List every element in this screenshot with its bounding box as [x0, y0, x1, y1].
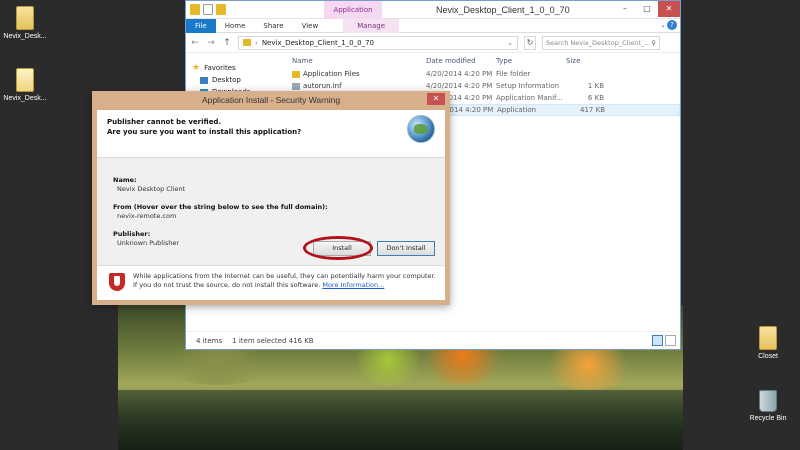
back-arrow-icon[interactable]: ← — [190, 38, 200, 48]
desktop-icon-label: Nevix_Desk... — [3, 95, 47, 102]
desktop-icon-label: Closet — [758, 353, 778, 360]
desktop-icon-closet[interactable]: Closet — [743, 326, 793, 360]
address-dropdown-icon[interactable]: ⌄ — [507, 39, 513, 47]
security-shield-icon — [109, 273, 125, 291]
footer-warning-text: While applications from the Internet can… — [133, 272, 436, 289]
from-value[interactable]: nevix-remote.com — [117, 212, 429, 220]
folder-icon — [759, 326, 777, 350]
search-input[interactable]: Search Nevix_Desktop_Client_... ⚲ — [542, 35, 660, 50]
file-list-header: Name Date modified Type Size — [282, 54, 680, 68]
tab-view[interactable]: View — [293, 19, 328, 33]
file-type: File folder — [496, 70, 531, 78]
maximize-button[interactable]: □ — [636, 1, 658, 17]
file-date: 4/20/2014 4:20 PM — [426, 70, 493, 78]
file-type: Application — [497, 106, 537, 114]
details-view-icon[interactable] — [652, 335, 663, 346]
address-path: Nevix_Desktop_Client_1_0_0_70 — [261, 38, 374, 47]
file-size: 1 KB — [587, 82, 604, 90]
file-name: Application Files — [303, 70, 360, 78]
zip-folder-icon — [16, 68, 34, 92]
new-folder-icon[interactable] — [216, 4, 226, 15]
window-controls: – □ ✕ — [614, 1, 680, 17]
folder-icon — [292, 70, 300, 78]
file-date: 4/20/2014 4:20 PM — [426, 82, 493, 90]
search-icon: ⚲ — [651, 38, 656, 47]
file-row[interactable]: Application Files 4/20/2014 4:20 PM File… — [282, 68, 680, 80]
dialog-title-text: Application Install - Security Warning — [201, 95, 341, 105]
status-selection: 1 item selected 416 KB — [232, 336, 314, 345]
address-bar-row: ← → ↑ › Nevix_Desktop_Client_1_0_0_70 ⌄ … — [186, 33, 680, 53]
star-icon: ★ — [192, 63, 201, 73]
explorer-titlebar: Application Tools Nevix_Desktop_Client_1… — [186, 1, 680, 32]
dont-install-button[interactable]: Don't Install — [377, 241, 435, 256]
ribbon-expand-icon[interactable]: ⌄ — [660, 21, 666, 29]
tab-share[interactable]: Share — [254, 19, 292, 33]
desktop-icon — [200, 76, 208, 84]
tab-manage[interactable]: Manage — [343, 18, 400, 33]
file-name: autorun.inf — [303, 82, 342, 90]
window-title: Nevix_Desktop_Client_1_0_0_70 — [436, 5, 570, 15]
nav-item-desktop[interactable]: Desktop — [186, 74, 282, 86]
file-type: Application Manif... — [496, 94, 563, 102]
dialog-heading-1: Publisher cannot be verified. — [107, 118, 222, 126]
help-icon[interactable]: ? — [667, 20, 677, 30]
status-bar: 4 items 1 item selected 416 KB — [186, 331, 680, 349]
name-label: Name: — [113, 176, 137, 184]
address-bar[interactable]: › Nevix_Desktop_Client_1_0_0_70 ⌄ — [238, 35, 518, 50]
column-header-date[interactable]: Date modified — [426, 57, 496, 65]
file-type: Setup Information — [496, 82, 560, 90]
status-item-count: 4 items — [196, 336, 223, 345]
properties-icon[interactable] — [203, 4, 213, 15]
dialog-close-button[interactable]: ✕ — [427, 93, 445, 105]
column-header-size[interactable]: Size — [566, 57, 608, 65]
desktop-icon-nevix-1[interactable]: Nevix_Desk... — [0, 6, 50, 40]
globe-icon — [407, 115, 435, 143]
dialog-footer: While applications from the Internet can… — [97, 265, 445, 300]
dialog-header: Publisher cannot be verified. Are you su… — [97, 110, 445, 158]
desktop-icon-recycle-bin[interactable]: Recycle Bin — [743, 390, 793, 422]
column-header-type[interactable]: Type — [496, 57, 566, 65]
file-size: 417 KB — [580, 106, 605, 114]
forward-arrow-icon[interactable]: → — [206, 38, 216, 48]
quick-access-toolbar — [190, 4, 226, 15]
breadcrumb-chevron-icon: › — [255, 38, 258, 47]
dialog-heading-2: Are you sure you want to install this ap… — [107, 128, 302, 136]
nav-item-favorites[interactable]: ★ Favorites — [186, 62, 282, 74]
refresh-button[interactable]: ↻ — [524, 35, 536, 50]
search-placeholder: Search Nevix_Desktop_Client_... — [546, 38, 651, 47]
ribbon-tabs: File Home Share View Manage ⌄ ? — [186, 18, 680, 33]
settings-file-icon — [292, 82, 300, 90]
nav-item-label: Desktop — [212, 76, 241, 84]
desktop-icon-label: Nevix_Desk... — [3, 33, 47, 40]
context-tab-header: Application Tools — [324, 1, 382, 32]
desktop-icon-label: Recycle Bin — [749, 415, 787, 422]
file-size: 6 KB — [587, 94, 604, 102]
large-icons-view-icon[interactable] — [665, 335, 676, 346]
publisher-label: Publisher: — [113, 230, 151, 238]
folder-icon — [243, 39, 251, 46]
desktop-icon-nevix-2[interactable]: Nevix_Desk... — [0, 68, 50, 102]
view-toggle — [652, 335, 676, 346]
column-header-name[interactable]: Name — [282, 57, 426, 65]
nav-item-label: Favorites — [204, 64, 236, 72]
annotation-circle — [303, 236, 373, 260]
folder-icon — [16, 6, 34, 30]
dialog-title: Application Install - Security Warning ✕ — [92, 91, 450, 110]
name-value: Nevix Desktop Client — [117, 185, 186, 193]
security-warning-dialog: Application Install - Security Warning ✕… — [92, 91, 450, 305]
more-information-link[interactable]: More Information... — [322, 281, 384, 289]
recycle-bin-icon — [759, 390, 777, 412]
up-arrow-icon[interactable]: ↑ — [222, 38, 232, 48]
tab-home[interactable]: Home — [216, 19, 255, 33]
tab-file[interactable]: File — [186, 18, 216, 33]
close-button[interactable]: ✕ — [658, 1, 680, 17]
folder-icon[interactable] — [190, 4, 200, 15]
from-label: From (Hover over the string below to see… — [113, 203, 328, 211]
minimize-button[interactable]: – — [614, 1, 636, 17]
